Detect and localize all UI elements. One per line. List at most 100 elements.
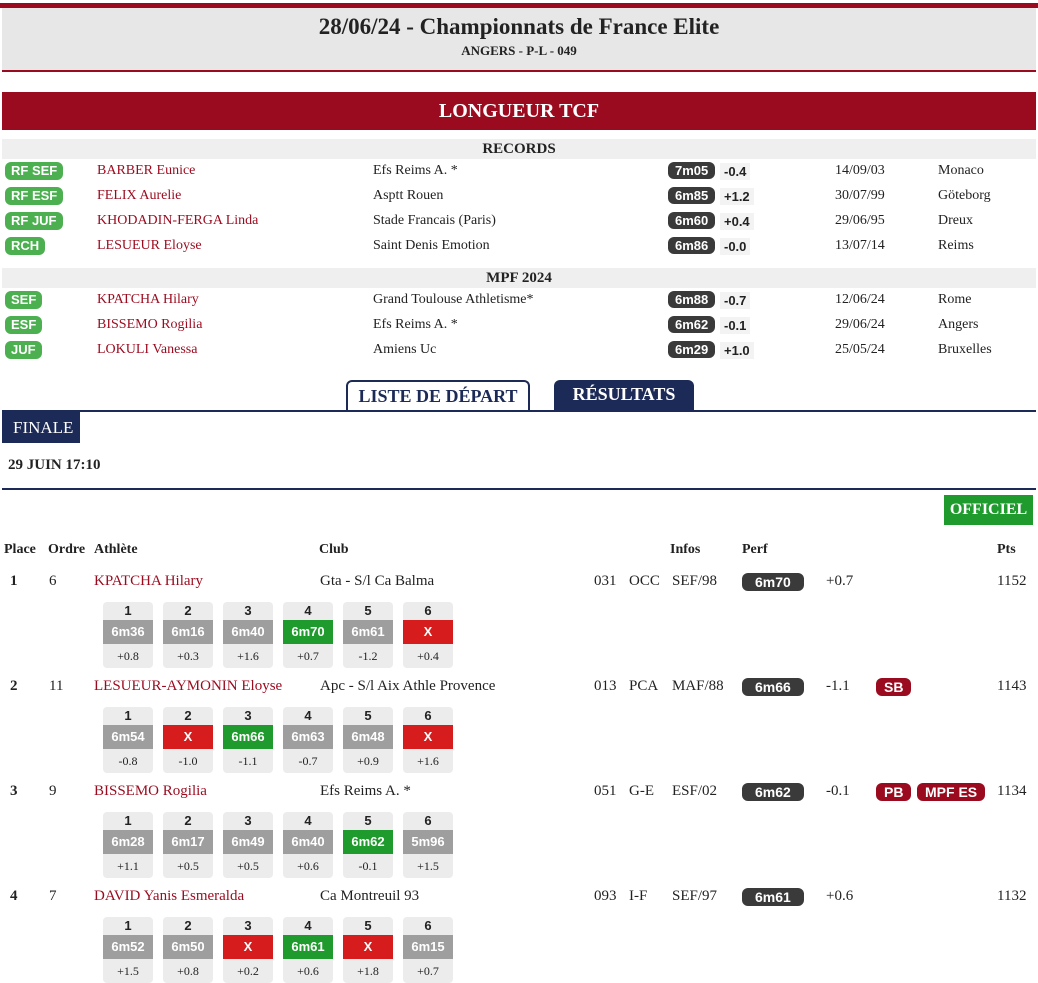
result-athlete-link[interactable]: DAVID Yanis Esmeralda bbox=[94, 888, 244, 905]
attempt-mark: 6m54 bbox=[103, 725, 153, 749]
attempt-cell: 2 6m16 +0.3 bbox=[163, 602, 213, 668]
record-club: Saint Denis Emotion bbox=[373, 238, 490, 253]
record-row: RF ESF FELIX Aurelie Asptt Rouen 6m85 +1.2 30… bbox=[2, 184, 1036, 209]
result-place: 2 bbox=[10, 678, 18, 694]
attempt-mark: 6m63 bbox=[283, 725, 333, 749]
result-dept: 051 bbox=[594, 783, 617, 799]
attempt-cell: 1 6m52 +1.5 bbox=[103, 917, 153, 983]
attempt-number: 6 bbox=[424, 708, 432, 723]
attempt-number: 6 bbox=[424, 603, 432, 618]
attempt-wind: +1.6 bbox=[417, 754, 439, 768]
record-badge: ESF bbox=[5, 316, 43, 334]
result-athlete-link[interactable]: BISSEMO Rogilia bbox=[94, 783, 207, 800]
attempt-mark: 6m48 bbox=[343, 725, 393, 749]
record-athlete-link[interactable]: FELIX Aurelie bbox=[97, 188, 181, 204]
attempt-number: 4 bbox=[304, 813, 312, 828]
record-badge: RF SEF bbox=[5, 162, 64, 180]
record-athlete-link[interactable]: KPATCHA Hilary bbox=[97, 292, 199, 308]
attempt-mark: X bbox=[343, 935, 393, 959]
col-header-place: Place bbox=[4, 542, 36, 557]
attempt-number: 5 bbox=[364, 813, 372, 828]
attempt-number: 3 bbox=[244, 918, 252, 933]
attempts-group: 1 6m54 -0.8 2 X -1.0 3 6m66 -1.1 4 6m63 -0.7 5 6m48 +0… bbox=[0, 707, 1038, 773]
attempt-wind: +0.9 bbox=[357, 754, 379, 768]
result-wind: -1.1 bbox=[826, 678, 850, 694]
records-header: RECORDS bbox=[2, 139, 1036, 159]
result-order: 6 bbox=[49, 573, 57, 589]
attempt-number: 1 bbox=[124, 603, 132, 618]
attempt-wind: -0.7 bbox=[298, 754, 318, 768]
record-place: Angers bbox=[938, 317, 979, 332]
attempt-mark: X bbox=[403, 620, 453, 644]
record-row: SEF KPATCHA Hilary Grand Toulouse Athletis… bbox=[2, 288, 1036, 313]
record-row: RF JUF KHODADIN-FERGA Linda Stade Francais… bbox=[2, 209, 1036, 234]
attempt-wind: -1.2 bbox=[358, 649, 378, 663]
result-category: SEF/97 bbox=[672, 888, 718, 904]
result-athlete-link[interactable]: KPATCHA Hilary bbox=[94, 573, 203, 590]
mpf-header: MPF 2024 bbox=[2, 268, 1036, 288]
record-athlete-link[interactable]: KHODADIN-FERGA Linda bbox=[97, 213, 258, 229]
record-date: 29/06/95 bbox=[835, 213, 885, 228]
record-date: 13/07/14 bbox=[835, 238, 885, 253]
result-row: 2 11 LESUEUR-AYMONIN Eloyse Apc - S/l Aix A… bbox=[0, 678, 1038, 708]
record-athlete-link[interactable]: LOKULI Vanessa bbox=[97, 342, 197, 358]
record-wind: -0.7 bbox=[720, 292, 751, 309]
attempt-number: 3 bbox=[244, 708, 252, 723]
attempt-cell: 3 6m40 +1.6 bbox=[223, 602, 273, 668]
result-perf: 6m62 bbox=[742, 783, 804, 801]
attempt-mark: X bbox=[223, 935, 273, 959]
attempt-wind: +1.5 bbox=[417, 859, 439, 873]
attempt-mark: 6m49 bbox=[223, 830, 273, 854]
attempt-wind: +1.5 bbox=[117, 964, 139, 978]
record-athlete-link[interactable]: BARBER Eunice bbox=[97, 163, 195, 179]
competition-location: ANGERS - P-L - 049 bbox=[461, 43, 577, 58]
record-date: 25/05/24 bbox=[835, 342, 885, 357]
record-place: Monaco bbox=[938, 163, 984, 178]
attempt-number: 1 bbox=[124, 918, 132, 933]
result-order: 7 bbox=[49, 888, 57, 904]
result-dept: 031 bbox=[594, 573, 617, 589]
attempt-mark: 5m96 bbox=[403, 830, 453, 854]
record-athlete-link[interactable]: LESUEUR Eloyse bbox=[97, 238, 202, 254]
record-club: Grand Toulouse Athletisme* bbox=[373, 292, 534, 307]
event-datetime: 29 JUIN 17:10 bbox=[8, 457, 101, 473]
result-league: OCC bbox=[629, 573, 660, 589]
result-category: MAF/88 bbox=[672, 678, 724, 694]
record-row: RF SEF BARBER Eunice Efs Reims A. * 7m05 -0.… bbox=[2, 159, 1036, 184]
record-athlete-link[interactable]: BISSEMO Rogilia bbox=[97, 317, 202, 333]
competition-header: 28/06/24 - Championnats de France Elite … bbox=[2, 8, 1036, 72]
attempt-cell: 4 6m63 -0.7 bbox=[283, 707, 333, 773]
attempt-wind: +0.6 bbox=[297, 964, 319, 978]
attempt-cell: 4 6m40 +0.6 bbox=[283, 812, 333, 878]
record-wind: -0.0 bbox=[720, 238, 751, 255]
result-club: Ca Montreuil 93 bbox=[320, 888, 420, 904]
tab-results[interactable]: RÉSULTATS bbox=[554, 380, 694, 411]
attempt-cell: 2 6m50 +0.8 bbox=[163, 917, 213, 983]
result-dept: 093 bbox=[594, 888, 617, 904]
attempt-mark: 6m16 bbox=[163, 620, 213, 644]
attempt-number: 5 bbox=[364, 918, 372, 933]
record-club: Amiens Uc bbox=[373, 342, 437, 357]
attempt-wind: +0.5 bbox=[237, 859, 259, 873]
attempt-wind: +0.4 bbox=[417, 649, 439, 663]
result-dept: 013 bbox=[594, 678, 617, 694]
competition-title: 28/06/24 - Championnats de France Elite bbox=[318, 14, 720, 39]
col-header-infos: Infos bbox=[670, 542, 701, 557]
attempt-wind: +1.6 bbox=[237, 649, 259, 663]
attempt-number: 3 bbox=[244, 813, 252, 828]
attempt-number: 2 bbox=[184, 918, 192, 933]
record-badge: RF ESF bbox=[5, 187, 64, 205]
record-perf: 6m60 bbox=[668, 212, 716, 229]
record-row: JUF LOKULI Vanessa Amiens Uc 6m29 +1.0 25/05/… bbox=[2, 338, 1036, 363]
attempt-cell: 6 X +0.4 bbox=[403, 602, 453, 668]
result-place: 1 bbox=[10, 573, 18, 589]
tab-start-list[interactable]: LISTE DE DÉPART bbox=[346, 380, 530, 411]
result-points: 1134 bbox=[997, 783, 1027, 799]
attempt-cell: 3 X +0.2 bbox=[223, 917, 273, 983]
result-points: 1152 bbox=[997, 573, 1027, 589]
attempt-cell: 1 6m28 +1.1 bbox=[103, 812, 153, 878]
result-league: I-F bbox=[629, 888, 648, 904]
result-athlete-link[interactable]: LESUEUR-AYMONIN Eloyse bbox=[94, 678, 282, 695]
result-row: 1 6 KPATCHA Hilary Gta - S/l Ca Balma 031 OCC… bbox=[0, 573, 1038, 603]
record-row: ESF BISSEMO Rogilia Efs Reims A. * 6m62 -0.1… bbox=[2, 313, 1036, 338]
